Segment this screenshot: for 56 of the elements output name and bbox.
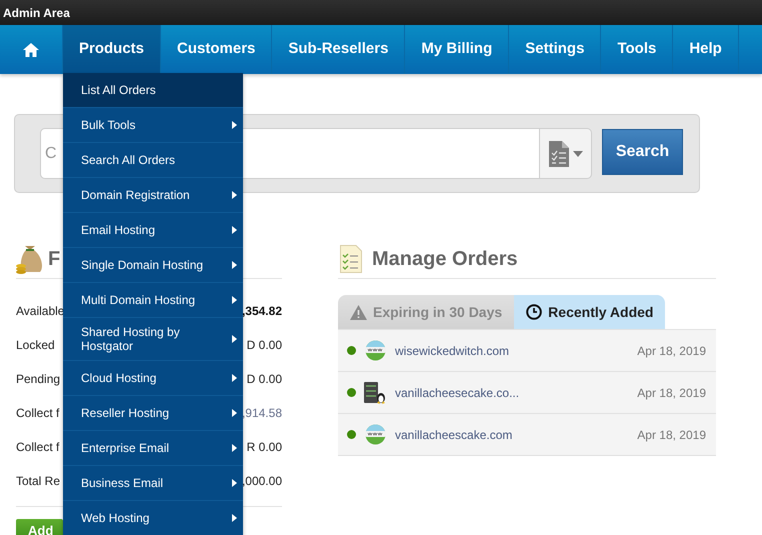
menu-item[interactable]: Email Hosting <box>63 213 243 248</box>
order-row[interactable]: wisewickedwitch.com Apr 18, 2019 <box>338 330 716 372</box>
filter-dropdown[interactable] <box>540 128 592 179</box>
nav-tab[interactable]: Tools <box>601 25 674 74</box>
menu-item[interactable]: Search All Orders <box>63 143 243 178</box>
money-bag-icon <box>16 244 44 274</box>
search-button[interactable]: Search <box>602 128 683 174</box>
funds-value: ,354.82 <box>242 303 282 320</box>
funds-label: Locked <box>16 337 55 354</box>
order-row[interactable]: vanillacheesecake.co... Apr 18, 2019 <box>338 372 716 414</box>
menu-item[interactable]: Business Email <box>63 466 243 501</box>
domain-link[interactable]: vanillacheesecake.co... <box>395 384 520 402</box>
funds-value: ,000.00 <box>242 473 282 490</box>
nav-tab[interactable]: Help <box>673 25 739 74</box>
funds-heading: F <box>48 246 60 272</box>
menu-item[interactable]: Cloud Hosting <box>63 361 243 396</box>
funds-value: D 0.00 <box>246 337 282 354</box>
checklist-icon <box>340 244 362 272</box>
menu-item[interactable]: Enterprise Email <box>63 431 243 466</box>
menu-item[interactable]: Domain Registration <box>63 178 243 213</box>
funds-label: Total Re <box>16 473 60 490</box>
nav-tab[interactable]: Products <box>63 25 162 74</box>
dropdown-caret-icon <box>572 150 582 156</box>
menu-item[interactable]: Shared Hosting by Hostgator <box>63 318 243 361</box>
warning-icon <box>350 304 367 320</box>
app-title: Admin Area <box>3 4 70 22</box>
orders-tab[interactable]: Recently Added <box>514 295 666 329</box>
nav-tab[interactable]: Settings <box>509 25 602 74</box>
funds-value: R 0.00 <box>246 439 282 456</box>
order-date: Apr 18, 2019 <box>637 384 706 402</box>
domain-link[interactable]: wisewickedwitch.com <box>395 342 510 360</box>
funds-label: Available <box>16 303 64 320</box>
order-row[interactable]: vanillacheescake.com Apr 18, 2019 <box>338 414 716 456</box>
menu-item[interactable]: Web Hosting <box>63 501 243 535</box>
funds-label: Pending <box>16 371 60 388</box>
menu-item[interactable]: Single Domain Hosting <box>63 248 243 283</box>
order-date: Apr 18, 2019 <box>637 426 706 444</box>
nav-tab[interactable]: My Billing <box>405 25 510 74</box>
order-date: Apr 18, 2019 <box>637 342 706 360</box>
globe-icon <box>364 340 386 361</box>
nav-tab[interactable]: Sub-Resellers <box>272 25 406 74</box>
document-icon <box>548 140 568 166</box>
menu-item[interactable]: Reseller Hosting <box>63 396 243 431</box>
manage-orders-heading: Manage Orders <box>372 246 518 272</box>
server-icon <box>364 382 386 404</box>
funds-value: ,914.58 <box>242 405 282 422</box>
menu-item[interactable]: Multi Domain Hosting <box>63 283 243 318</box>
domain-link[interactable]: vanillacheescake.com <box>395 426 512 444</box>
funds-value: D 0.00 <box>246 371 282 388</box>
menu-item[interactable]: Bulk Tools <box>63 108 243 143</box>
funds-label: Collect f <box>16 439 60 456</box>
funds-label: Collect f <box>16 405 60 422</box>
globe-icon <box>364 424 386 445</box>
home-icon <box>23 42 39 56</box>
clock-icon <box>526 304 542 320</box>
menu-item[interactable]: List All Orders <box>63 73 243 108</box>
